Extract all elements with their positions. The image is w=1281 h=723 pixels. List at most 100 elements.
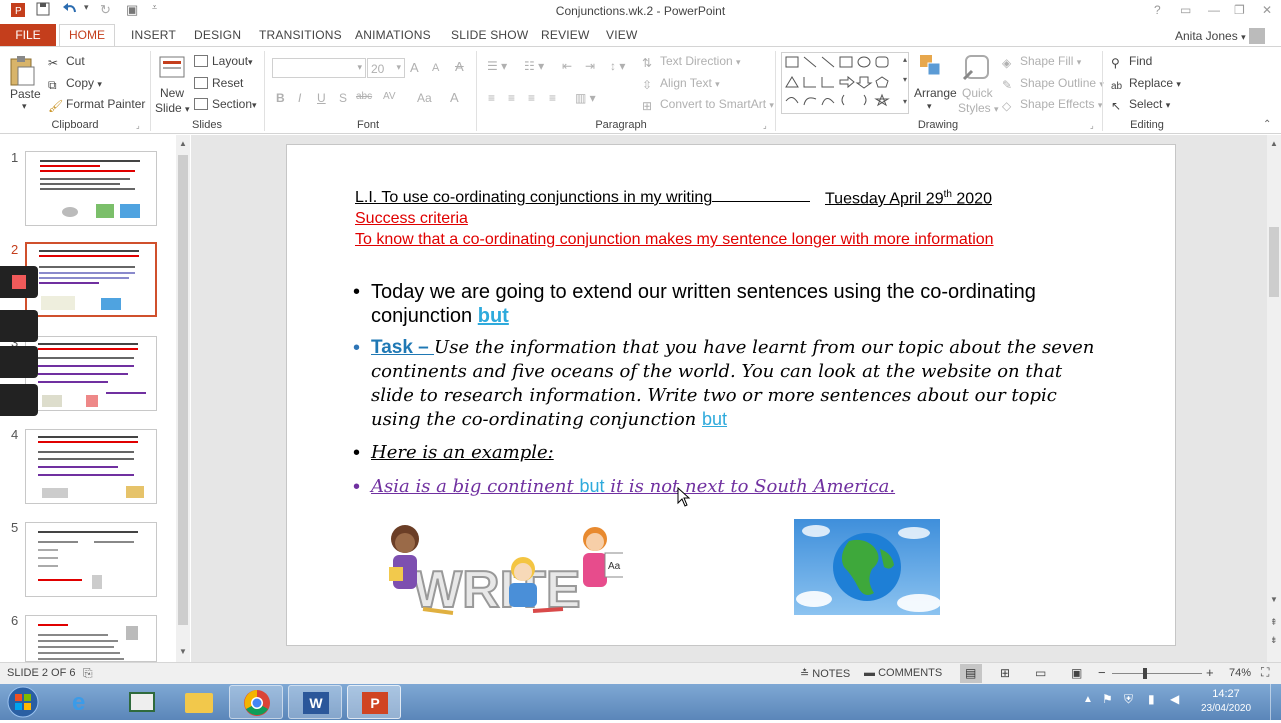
notes-button[interactable]: ≛ NOTES (800, 667, 850, 680)
taskbar-app-window[interactable] (115, 685, 169, 719)
comments-button[interactable]: ▬ COMMENTS (864, 667, 942, 679)
shape-outline-button[interactable]: ✎Shape Outline ▾ (1002, 76, 1104, 92)
close-icon[interactable]: ✕ (1262, 3, 1272, 17)
drawing-launcher-icon[interactable]: ⌟ (1090, 121, 1094, 130)
tab-transitions[interactable]: TRANSITIONS (259, 28, 342, 42)
taskbar-chrome[interactable] (229, 685, 283, 719)
font-size-input[interactable]: 20 ▾ (367, 58, 405, 78)
select-button[interactable]: ↖ Select ▾ (1111, 97, 1170, 113)
strikethrough-button[interactable]: abc (356, 91, 372, 102)
bold-button[interactable]: B (276, 91, 285, 105)
help-icon[interactable]: ? (1154, 3, 1161, 17)
copy-button[interactable]: ⧉ Copy ▾ (48, 76, 102, 92)
bullets-icon[interactable]: ☰ ▾ (487, 59, 507, 73)
success-criteria-text[interactable]: To know that a co-ordinating conjunction… (355, 231, 994, 249)
example-heading[interactable]: Here is an example: (371, 442, 554, 463)
justify-icon[interactable]: ≡ (549, 91, 556, 105)
convert-smartart-button[interactable]: ⊞ Convert to SmartArt ▾ (642, 97, 774, 113)
start-button[interactable] (4, 685, 42, 719)
globe-image[interactable] (794, 519, 940, 615)
tab-file[interactable]: FILE (0, 24, 56, 46)
scroll-thumb[interactable] (178, 155, 188, 625)
taskbar-internet-explorer[interactable]: e (58, 685, 112, 719)
success-criteria-heading[interactable]: Success criteria (355, 210, 468, 228)
shrink-font-button[interactable]: A (432, 62, 439, 74)
clock-time[interactable]: 14:27 (1203, 688, 1249, 700)
show-desktop-button[interactable] (1270, 684, 1281, 720)
avatar[interactable] (1248, 28, 1265, 44)
arrange-icon[interactable] (918, 53, 944, 84)
tray-network-icon[interactable]: ▮ (1148, 692, 1155, 706)
scroll-down-icon[interactable]: ▼ (179, 647, 187, 656)
slide-canvas[interactable]: L.I. To use co-ordinating conjunctions i… (286, 144, 1176, 646)
slide-thumbnail-5[interactable] (25, 522, 157, 597)
slide-thumbnail-3[interactable] (25, 336, 157, 411)
write-kids-image[interactable]: WRITE Aa (383, 517, 626, 620)
taskbar-word[interactable]: W (288, 685, 342, 719)
paste-dropdown-icon[interactable]: ▾ (22, 101, 27, 112)
clipboard-launcher-icon[interactable]: ⌟ (136, 121, 140, 130)
font-size-dropdown-icon[interactable]: ▾ (396, 62, 401, 73)
taskbar-file-explorer[interactable] (172, 685, 226, 719)
layout-button[interactable]: Layout▾ (194, 54, 253, 68)
zoom-slider[interactable] (1112, 673, 1202, 674)
shape-fill-button[interactable]: ◈ Shape Fill ▾ (1002, 54, 1081, 70)
task-line3[interactable]: slide to research information. Write two… (371, 385, 1057, 406)
decrease-indent-icon[interactable]: ⇤ (562, 59, 572, 73)
restore-icon[interactable]: ❐ (1234, 3, 1245, 17)
learning-intention[interactable]: L.I. To use co-ordinating conjunctions i… (355, 189, 811, 207)
ribbon-display-icon[interactable]: ▭ (1180, 3, 1191, 17)
tab-home[interactable]: HOME (59, 24, 115, 47)
example-sentence[interactable]: Asia is a big continent but it is not ne… (371, 476, 895, 497)
previous-slide-icon[interactable]: ⇞ (1270, 617, 1278, 628)
editor-scrollbar[interactable]: ▲ ▼ ⇞ ⇟ (1267, 135, 1281, 662)
line-spacing-icon[interactable]: ↕ ▾ (610, 59, 625, 73)
quick-styles-icon[interactable] (962, 53, 990, 84)
task-line2[interactable]: continents and five oceans of the world.… (371, 361, 1062, 382)
align-right-icon[interactable]: ≡ (528, 91, 535, 105)
thumbnail-scrollbar[interactable]: ▲ ▼ (176, 135, 190, 662)
tray-flag-icon[interactable]: ⚑ (1102, 692, 1113, 706)
minimize-icon[interactable]: — (1208, 3, 1220, 17)
slide-sorter-icon[interactable]: ⊞ (1000, 666, 1010, 680)
clear-formatting-icon[interactable]: A (455, 59, 464, 74)
shadow-button[interactable]: S (339, 91, 347, 105)
clock-date[interactable]: 23/04/2020 (1198, 703, 1254, 714)
fit-slide-icon[interactable]: ⛶ (1261, 665, 1269, 680)
slide-show-icon[interactable]: ▣ (1071, 666, 1082, 680)
align-text-button[interactable]: ⇳ Align Text ▾ (642, 76, 720, 92)
overlay-tab-3[interactable] (0, 384, 38, 416)
cut-button[interactable]: ✂ Cut (48, 54, 85, 70)
new-slide-label-1[interactable]: New (160, 86, 184, 100)
align-center-icon[interactable]: ≡ (508, 91, 515, 105)
slide-thumbnail-1[interactable] (25, 151, 157, 226)
paste-label[interactable]: Paste (10, 87, 41, 101)
paragraph-launcher-icon[interactable]: ⌟ (763, 121, 767, 130)
quick-styles-label-2[interactable]: Styles ▾ (958, 101, 999, 115)
zoom-out-icon[interactable]: − (1098, 665, 1106, 680)
normal-view-button[interactable]: ▤ (960, 664, 982, 683)
tray-security-icon[interactable]: ⛨ (1124, 692, 1133, 707)
increase-indent-icon[interactable]: ⇥ (585, 59, 595, 73)
user-name[interactable]: Anita Jones ▾ (1175, 28, 1265, 44)
italic-button[interactable]: I (298, 91, 301, 105)
arrange-button[interactable]: Arrange (914, 86, 957, 100)
font-name-input[interactable]: ▾ (272, 58, 366, 78)
new-slide-icon[interactable] (158, 53, 186, 84)
format-painter-button[interactable]: 🖌 Format Painter (48, 97, 145, 113)
task-line4[interactable]: using the co-ordinating conjunction but (371, 409, 727, 430)
scroll-thumb[interactable] (1269, 227, 1279, 297)
bullet1-line1[interactable]: Today we are going to extend our written… (371, 281, 1036, 304)
scroll-up-icon[interactable]: ▲ (1270, 139, 1278, 148)
text-direction-button[interactable]: ⇅ Text Direction ▾ (642, 54, 741, 70)
spell-check-icon[interactable]: ⎘ (83, 666, 93, 681)
zoom-in-icon[interactable]: + (1206, 665, 1214, 680)
arrange-dropdown-icon[interactable]: ▾ (927, 101, 932, 112)
bullet1-line2[interactable]: conjunction but (371, 305, 509, 328)
overlay-tab-1[interactable] (0, 310, 38, 342)
shape-effects-button[interactable]: ◇ Shape Effects ▾ (1002, 97, 1102, 113)
zoom-level[interactable]: 74% (1229, 667, 1251, 679)
taskbar-powerpoint[interactable]: P (347, 685, 401, 719)
next-slide-icon[interactable]: ⇟ (1270, 635, 1278, 646)
grow-font-button[interactable]: A (410, 60, 419, 75)
